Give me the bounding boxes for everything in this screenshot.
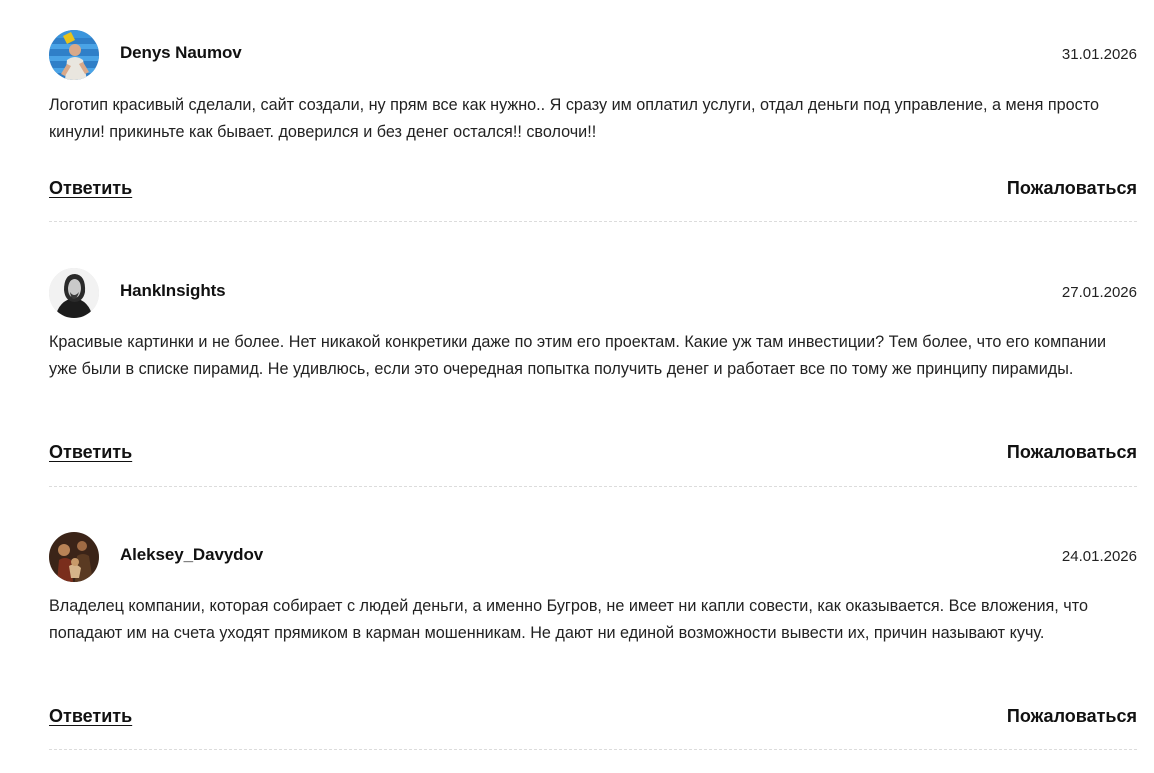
comment-author[interactable]: Aleksey_Davydov	[120, 545, 263, 565]
comment-item: Denys Naumov 31.01.2026 Логотип красивый…	[49, 30, 1137, 222]
comment-text: Владелец компании, которая собирает с лю…	[49, 597, 1088, 642]
comment-date: 31.01.2026	[1061, 46, 1137, 63]
comment-divider	[49, 221, 1137, 222]
comment-divider	[49, 749, 1137, 750]
avatar-photo-icon	[49, 30, 99, 80]
comment-date: 27.01.2026	[1061, 284, 1137, 301]
report-button[interactable]: Пожаловаться	[1007, 178, 1137, 199]
comment-actions: Ответить Пожаловаться	[49, 442, 1137, 468]
comment-actions: Ответить Пожаловаться	[49, 706, 1137, 732]
comment-text: Логотип красивый сделали, сайт создали, …	[49, 96, 1099, 141]
report-button[interactable]: Пожаловаться	[1007, 442, 1137, 463]
comments-list: Denys Naumov 31.01.2026 Логотип красивый…	[0, 0, 1154, 773]
comment-divider	[49, 486, 1137, 487]
comment-text: Красивые картинки и не более. Нет никако…	[49, 333, 1107, 378]
report-button[interactable]: Пожаловаться	[1007, 706, 1137, 727]
user-avatar-icon[interactable]	[49, 268, 99, 318]
comment-actions: Ответить Пожаловаться	[49, 178, 1137, 204]
comment-header: HankInsights 27.01.2026	[49, 268, 1137, 318]
comment-author[interactable]: HankInsights	[120, 281, 226, 301]
comment-header: Aleksey_Davydov 24.01.2026	[49, 532, 1137, 582]
reply-button[interactable]: Ответить	[49, 706, 132, 727]
avatar-painting-icon	[49, 532, 99, 582]
reply-button[interactable]: Ответить	[49, 442, 132, 463]
reply-button[interactable]: Ответить	[49, 178, 132, 199]
user-avatar-icon[interactable]	[49, 30, 99, 80]
comment-header: Denys Naumov 31.01.2026	[49, 30, 1137, 80]
comment-date: 24.01.2026	[1061, 548, 1137, 565]
comment-author[interactable]: Denys Naumov	[120, 43, 242, 63]
comment-item: Aleksey_Davydov 24.01.2026 Владелец комп…	[49, 532, 1137, 750]
avatar-photo-icon	[49, 268, 99, 318]
user-avatar-icon[interactable]	[49, 532, 99, 582]
comment-item: HankInsights 27.01.2026 Красивые картинк…	[49, 268, 1137, 487]
